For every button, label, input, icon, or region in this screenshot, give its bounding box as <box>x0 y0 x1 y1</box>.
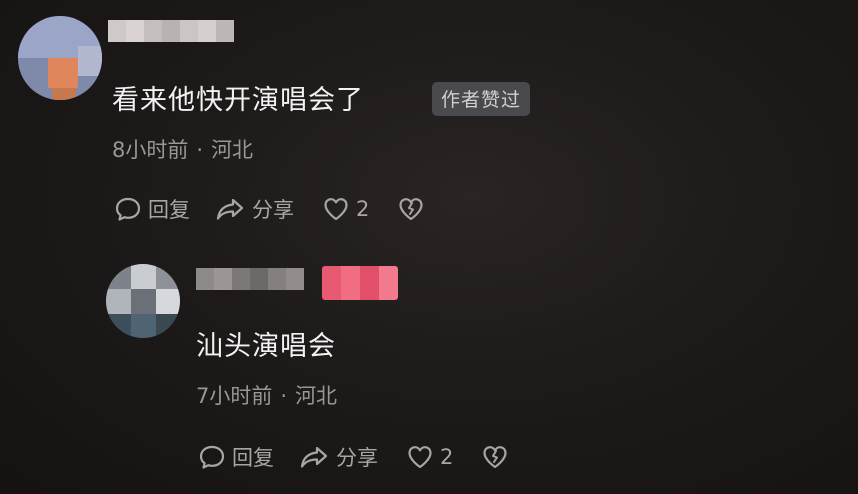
comment-text: 汕头演唱会 <box>196 331 336 362</box>
reply-label: 回复 <box>232 446 274 470</box>
author-liked-badge: 作者赞过 <box>432 82 531 116</box>
comment-text: 看来他快开演唱会了 <box>112 85 364 116</box>
share-arrow-icon <box>214 195 246 223</box>
comment-bubble-icon <box>198 443 226 471</box>
comment-location: 河北 <box>211 138 254 162</box>
comment-meta: 8小时前 · 河北 <box>112 134 253 164</box>
reply-button[interactable]: 回复 <box>198 442 274 472</box>
comment-time: 7小时前 <box>196 384 273 408</box>
comment-actions: 回复 分享 2 <box>114 194 425 224</box>
heart-icon <box>406 443 434 471</box>
comment-actions: 回复 分享 2 <box>198 442 509 472</box>
share-arrow-icon <box>298 443 330 471</box>
broken-heart-icon <box>397 195 425 223</box>
like-count: 2 <box>440 445 454 469</box>
meta-separator: · <box>280 384 288 408</box>
share-label: 分享 <box>252 198 294 222</box>
share-button[interactable]: 分享 <box>214 194 294 224</box>
like-count: 2 <box>356 197 370 221</box>
share-label: 分享 <box>336 446 378 470</box>
broken-heart-icon <box>481 443 509 471</box>
like-button[interactable]: 2 <box>322 195 369 223</box>
comment-item: 看来他快开演唱会了 作者赞过 8小时前 · 河北 回复 分享 2 <box>0 0 858 240</box>
comment-meta: 7小时前 · 河北 <box>196 380 337 410</box>
reply-button[interactable]: 回复 <box>114 194 190 224</box>
username-blurred[interactable] <box>108 20 234 42</box>
comment-time: 8小时前 <box>112 138 189 162</box>
reply-comment-item: 汕头演唱会 7小时前 · 河北 回复 分享 2 <box>0 250 858 494</box>
avatar[interactable] <box>106 264 180 338</box>
dislike-button[interactable] <box>481 443 509 471</box>
share-button[interactable]: 分享 <box>298 442 378 472</box>
dislike-button[interactable] <box>397 195 425 223</box>
avatar[interactable] <box>18 16 102 100</box>
meta-separator: · <box>196 138 204 162</box>
reply-label: 回复 <box>148 198 190 222</box>
like-button[interactable]: 2 <box>406 443 453 471</box>
pink-badge-blurred <box>322 266 398 300</box>
username-blurred[interactable] <box>196 268 304 290</box>
comment-bubble-icon <box>114 195 142 223</box>
comment-location: 河北 <box>295 384 338 408</box>
heart-icon <box>322 195 350 223</box>
